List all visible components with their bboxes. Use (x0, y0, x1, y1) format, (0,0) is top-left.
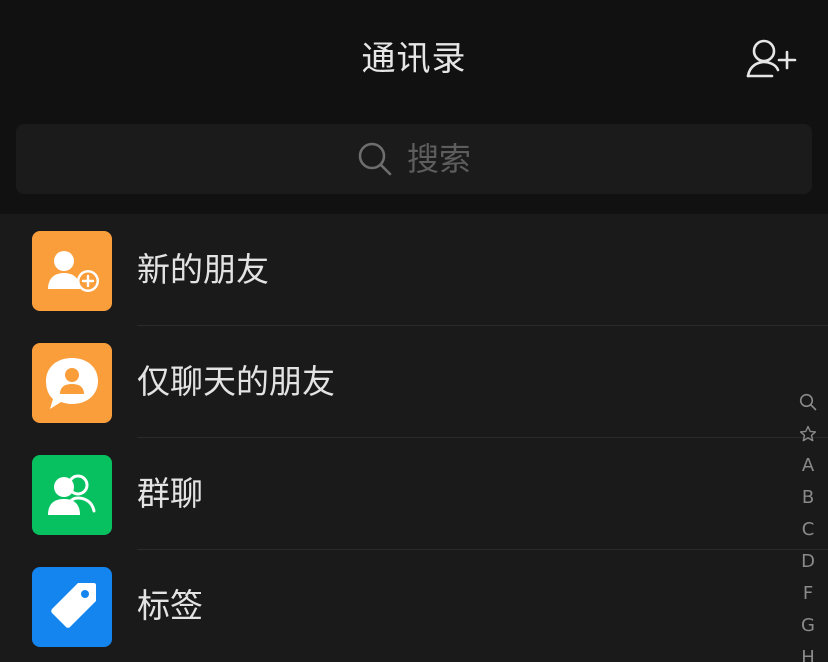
list-item-label: 标签 (137, 586, 203, 625)
list-item-group-chats[interactable]: 群聊 (0, 438, 828, 550)
index-letter[interactable]: H (788, 642, 828, 662)
add-friend-icon (32, 231, 112, 311)
search-area: 搜索 (0, 118, 828, 212)
index-letter[interactable]: G (788, 610, 828, 642)
search-inner: 搜索 (16, 124, 812, 194)
index-letter[interactable]: A (788, 450, 828, 482)
search-placeholder: 搜索 (406, 140, 471, 178)
search-input[interactable]: 搜索 (16, 124, 812, 194)
nav-bar: 通讯录 (0, 0, 828, 118)
index-letter[interactable]: F (788, 578, 828, 610)
index-letter[interactable]: D (788, 546, 828, 578)
chat-only-friend-icon (32, 343, 112, 423)
list-item-chat-only-friends[interactable]: 仅聊天的朋友 (0, 326, 828, 438)
add-contact-icon (746, 39, 797, 78)
contacts-screen: 通讯录 搜索 新的朋友 仅聊天的朋友 群聊 标签 A B C D F G H (0, 0, 828, 662)
list-item-label: 新的朋友 (137, 250, 269, 289)
tag-icon (32, 567, 112, 647)
page-title: 通讯录 (361, 39, 467, 79)
add-contact-button[interactable] (740, 36, 800, 86)
index-search-icon[interactable] (788, 386, 828, 418)
index-letter[interactable]: C (788, 514, 828, 546)
contacts-function-list: 新的朋友 仅聊天的朋友 群聊 标签 (0, 214, 828, 662)
list-item-label: 群聊 (137, 474, 203, 513)
list-item-tags[interactable]: 标签 (0, 550, 828, 662)
alphabet-index-bar[interactable]: A B C D F G H (788, 386, 828, 662)
list-item-new-friends[interactable]: 新的朋友 (0, 214, 828, 326)
list-item-label: 仅聊天的朋友 (137, 362, 335, 401)
index-star-icon[interactable] (788, 418, 828, 450)
search-icon (357, 141, 393, 177)
group-chat-icon (32, 455, 112, 535)
index-letter[interactable]: B (788, 482, 828, 514)
